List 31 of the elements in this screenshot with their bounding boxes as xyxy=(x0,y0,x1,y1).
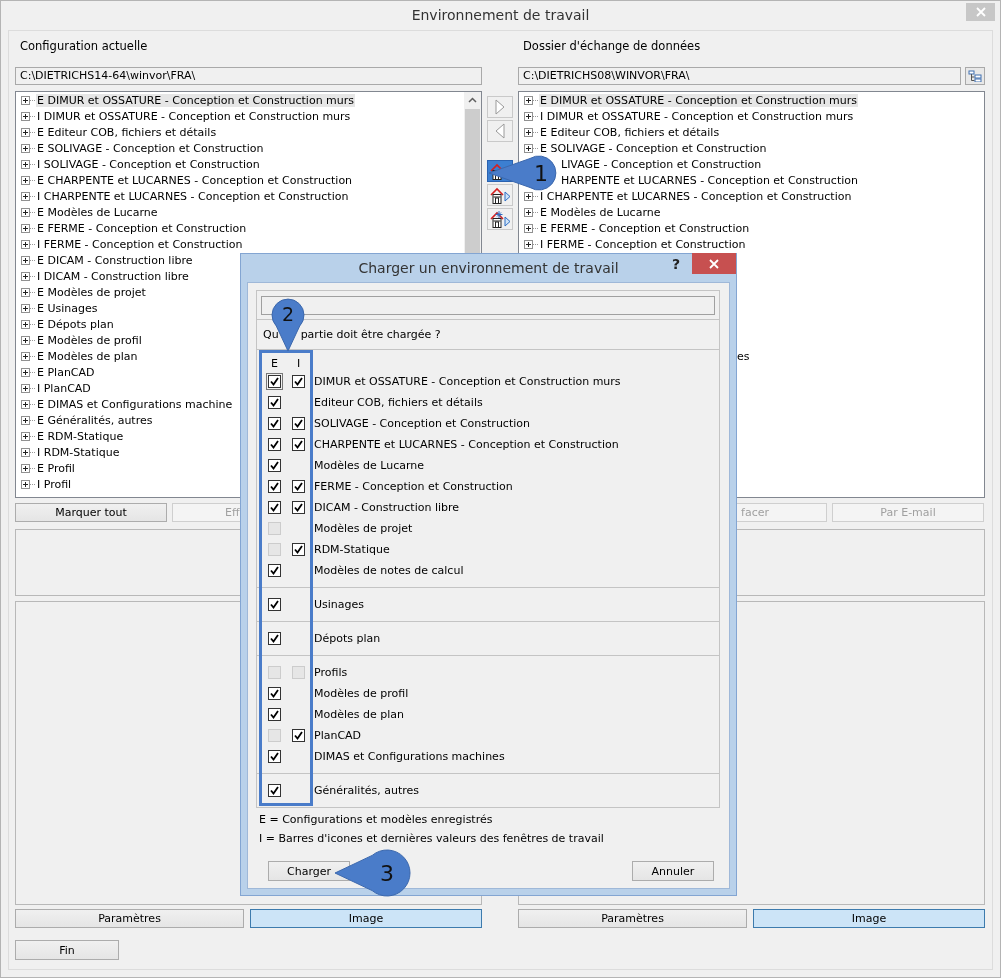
dialog-title: Charger un environnement de travail xyxy=(358,260,619,276)
option-label: Modèles de profil xyxy=(314,687,409,700)
option-label: PlanCAD xyxy=(314,729,362,742)
column-header: I xyxy=(295,357,302,371)
panel-label: Configuration actuelle xyxy=(19,38,149,55)
question-text: Qu xyxy=(263,328,279,341)
option-label: DIMAS et Configurations machines xyxy=(314,750,505,763)
option-label: Profils xyxy=(314,666,348,679)
window-title: Environnement de travail xyxy=(411,6,590,23)
option-label: CHARPENTE et LUCARNES - Conception et Construction xyxy=(314,438,619,451)
column-header: E xyxy=(270,357,279,371)
question-text: partie doit être chargée ? xyxy=(300,328,441,341)
option-label: Editeur COB, fichiers et détails xyxy=(314,396,483,409)
option-label: Modèles de projet xyxy=(314,522,413,535)
option-label: Généralités, autres xyxy=(314,784,419,797)
option-label: Usinages xyxy=(314,598,365,611)
callout-number: 3 xyxy=(379,860,395,886)
option-label: Modèles de Lucarne xyxy=(314,459,425,472)
legend-text: E = Configurations et modèles enregistrés xyxy=(259,812,494,828)
option-label: FERME - Conception et Construction xyxy=(314,480,513,493)
callout-number: 2 xyxy=(280,302,296,327)
callout-number: 1 xyxy=(533,160,549,186)
option-label: Modèles de notes de calcul xyxy=(314,564,464,577)
legend-text: I = Barres d'icones et dernières valeurs des fenêtres de travail xyxy=(259,831,605,847)
option-label: SOLIVAGE - Conception et Construction xyxy=(314,417,530,430)
option-label: Modèles de plan xyxy=(314,708,405,721)
panel-label: Dossier d'échange de données xyxy=(522,38,702,55)
option-label: RDM-Statique xyxy=(314,543,390,556)
option-label: DICAM - Construction libre xyxy=(314,501,460,514)
option-label: DIMUR et OSSATURE - Conception et Construction murs xyxy=(314,375,621,388)
option-label: Dépots plan xyxy=(314,632,381,645)
